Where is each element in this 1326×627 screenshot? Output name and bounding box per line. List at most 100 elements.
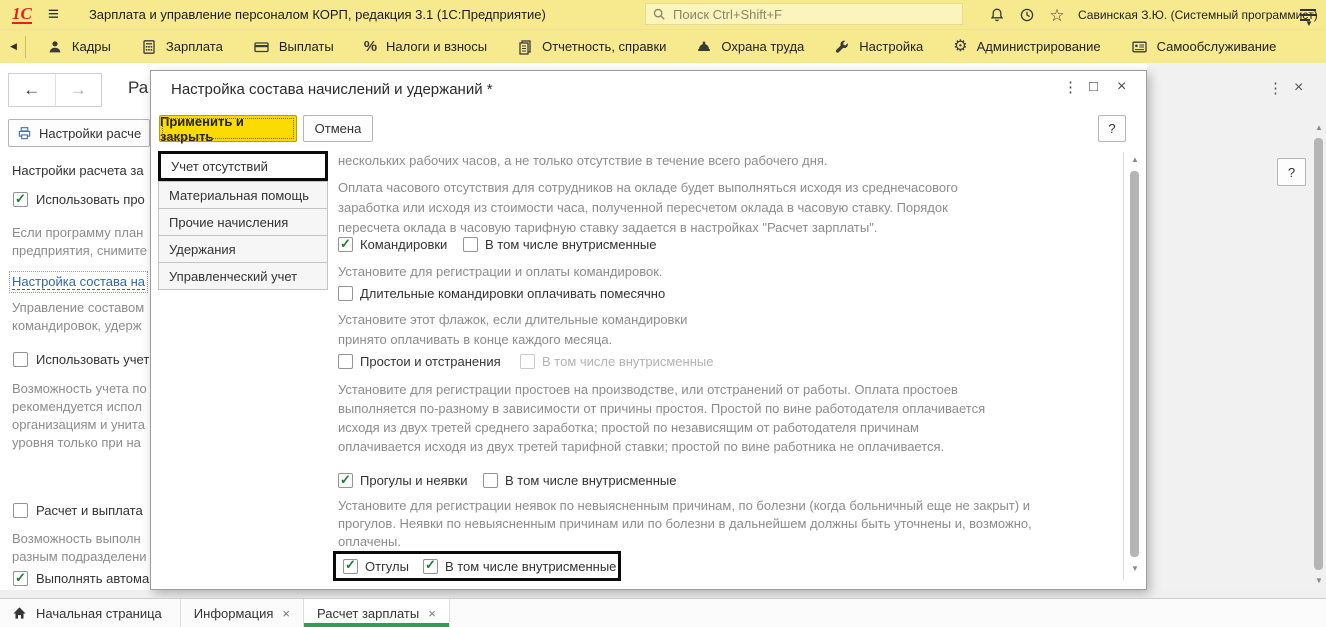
bg-window-close-icon[interactable]: × xyxy=(1294,79,1303,97)
checkbox-label: Командировки xyxy=(360,237,448,252)
checkbox-label: В том числе внутрисменные xyxy=(505,473,677,488)
tab-prochie-nachisleniya[interactable]: Прочие начисления xyxy=(158,208,328,236)
service-menu-icon[interactable]: ▼ xyxy=(1300,6,1318,28)
bg-checkbox-auto[interactable]: Выполнять автома xyxy=(13,571,149,586)
bg-checkbox-calc-payment[interactable]: Расчет и выплата xyxy=(13,503,143,518)
checkbox-label: Отгулы xyxy=(365,558,409,574)
notifications-bell-icon[interactable] xyxy=(986,4,1008,26)
section-label: Отчетность, справки xyxy=(542,39,667,54)
checkbox-long-trips-monthly[interactable]: Длительные командировки оплачивать помес… xyxy=(338,286,665,301)
close-icon[interactable]: × xyxy=(428,606,436,621)
description-text: нескольких рабочих часов, а не только от… xyxy=(338,153,828,168)
sections-panel: ◀ Кадры Зарплата Выплаты % Налоги и взно… xyxy=(0,29,1326,63)
dialog-title: Настройка состава начислений и удержаний… xyxy=(171,81,493,98)
bg-hint-line: командировок, удерж xyxy=(12,318,142,333)
apply-and-close-button[interactable]: Применить и закрыть xyxy=(159,114,297,144)
people-icon xyxy=(47,39,63,55)
back-button[interactable]: ← xyxy=(9,74,56,106)
dialog-close-icon[interactable]: × xyxy=(1117,78,1126,96)
bg-help-button[interactable]: ? xyxy=(1277,158,1306,186)
checkbox-checked[interactable] xyxy=(338,237,353,252)
scroll-down-icon[interactable]: ▼ xyxy=(1315,577,1323,585)
global-search[interactable] xyxy=(645,3,963,25)
bg-checkbox-accounting[interactable]: Использовать учет xyxy=(13,352,149,367)
nav-history-buttons: ← → xyxy=(8,73,102,107)
scroll-up-icon[interactable]: ▲ xyxy=(1315,124,1323,132)
section-vyplaty[interactable]: Выплаты xyxy=(253,39,334,55)
section-otchetnost[interactable]: Отчетность, справки xyxy=(517,39,666,55)
scroll-down-icon[interactable]: ▼ xyxy=(1131,565,1139,573)
checkbox-unchecked[interactable] xyxy=(13,503,28,518)
tab-uchet-otsutstviy[interactable]: Учет отсутствий xyxy=(158,151,328,181)
bg-hint-line: Возможность учета по xyxy=(12,381,147,396)
title-bar: 1С ≡ Зарплата и управление персоналом КО… xyxy=(0,0,1326,29)
checkbox-checked[interactable] xyxy=(13,571,28,586)
current-user[interactable]: Савинская З.Ю. (Системный программист) xyxy=(1078,8,1318,22)
checkbox-absence-intrashift[interactable]: В том числе внутрисменные xyxy=(483,473,676,488)
setup-composition-link[interactable]: Настройка состава на xyxy=(8,271,149,293)
main-menu-icon[interactable]: ≡ xyxy=(48,5,59,24)
search-icon xyxy=(652,7,666,21)
checkbox-label: Простои и отстранения xyxy=(360,354,501,369)
window-tab-informatsiya[interactable]: Информация × xyxy=(181,599,304,627)
section-zarplata[interactable]: Зарплата xyxy=(141,39,223,55)
bg-window-menu-icon[interactable]: ⋮ xyxy=(1268,79,1283,97)
tab-uderzhaniya[interactable]: Удержания xyxy=(158,235,328,263)
dialog-maximize-icon[interactable]: □ xyxy=(1089,78,1098,95)
close-icon[interactable]: × xyxy=(282,606,290,621)
checkbox-label: В том числе внутрисменные xyxy=(542,354,714,369)
bg-scrollbar-thumb[interactable] xyxy=(1314,138,1323,570)
bg-hint-line: предприятия, снимите xyxy=(12,243,148,258)
home-page-tab[interactable]: Начальная страница xyxy=(0,599,181,627)
bg-checkbox-use-program[interactable]: Использовать про xyxy=(13,192,145,207)
favorites-star-icon[interactable]: ☆ xyxy=(1046,4,1068,26)
checkbox-checked[interactable] xyxy=(343,558,358,574)
checkbox-unchecked[interactable] xyxy=(338,286,353,301)
tab-label: Прочие начисления xyxy=(169,214,289,230)
checkbox-checked[interactable] xyxy=(338,473,353,488)
dialog-accruals-deductions: Настройка состава начислений и удержаний… xyxy=(150,70,1147,590)
description-text: Установите для регистрации и оплаты кома… xyxy=(338,264,663,279)
checkbox-label: В том числе внутрисменные xyxy=(485,237,657,252)
wrench-icon xyxy=(834,39,850,55)
section-nastroyka[interactable]: Настройка xyxy=(834,39,923,55)
window-tab-raschet-zarplaty[interactable]: Расчет зарплаты × xyxy=(303,599,450,627)
printer-icon xyxy=(17,126,32,141)
section-administrirovanie[interactable]: ⚙ Администрирование xyxy=(953,38,1100,55)
checkbox-unchecked[interactable] xyxy=(463,237,478,252)
calculator-icon xyxy=(141,39,157,55)
checkbox-unchecked[interactable] xyxy=(338,354,353,369)
checkbox-checked[interactable] xyxy=(13,192,28,207)
bg-hint-line: организациям и унита xyxy=(12,417,145,432)
tab-label: Учет отсутствий xyxy=(171,158,268,174)
history-icon[interactable] xyxy=(1016,4,1038,26)
section-ohrana-truda[interactable]: Охрана труда xyxy=(696,39,804,55)
checkbox-unchecked[interactable] xyxy=(483,473,498,488)
dialog-more-icon[interactable]: ⋮ xyxy=(1063,78,1078,96)
section-nalogi[interactable]: % Налоги и взносы xyxy=(364,38,487,55)
forward-button[interactable]: → xyxy=(56,74,102,106)
collapse-panel-icon[interactable]: ◀ xyxy=(10,41,17,52)
scroll-up-icon[interactable]: ▲ xyxy=(1131,156,1139,164)
checkbox-label: Расчет и выплата xyxy=(36,503,143,518)
description-text: Оплата часового отсутствия для сотрудник… xyxy=(338,180,958,235)
dialog-scrollbar-thumb[interactable] xyxy=(1130,171,1139,557)
bg-heading: Настройки расчета за xyxy=(12,163,144,178)
section-samoobsluzhivanie[interactable]: Самообслуживание xyxy=(1131,39,1276,55)
section-kadry[interactable]: Кадры xyxy=(47,39,111,55)
cancel-button[interactable]: Отмена xyxy=(303,115,373,142)
tab-upravlencheskiy-uchet[interactable]: Управленческий учет xyxy=(158,262,328,290)
checkbox-trips-intrashift[interactable]: В том числе внутрисменные xyxy=(463,237,656,252)
checkbox-unchecked[interactable] xyxy=(13,352,28,367)
checkbox-label: В том числе внутрисменные xyxy=(444,558,617,574)
checkbox-absenteeism[interactable]: Прогулы и неявки xyxy=(338,473,467,488)
section-label: Кадры xyxy=(71,39,111,54)
description-text: Установите для регистрации неявок по нев… xyxy=(338,498,1032,549)
checkbox-business-trips[interactable]: Командировки xyxy=(338,237,447,252)
checkbox-downtime[interactable]: Простои и отстранения xyxy=(338,354,501,369)
checkbox-checked[interactable] xyxy=(422,558,438,574)
tab-materialnaya-pomosch[interactable]: Материальная помощь xyxy=(158,181,328,209)
calc-settings-print-button[interactable]: Настройки расче xyxy=(8,119,150,147)
search-input[interactable] xyxy=(671,5,956,23)
dialog-help-button[interactable]: ? xyxy=(1098,115,1126,142)
